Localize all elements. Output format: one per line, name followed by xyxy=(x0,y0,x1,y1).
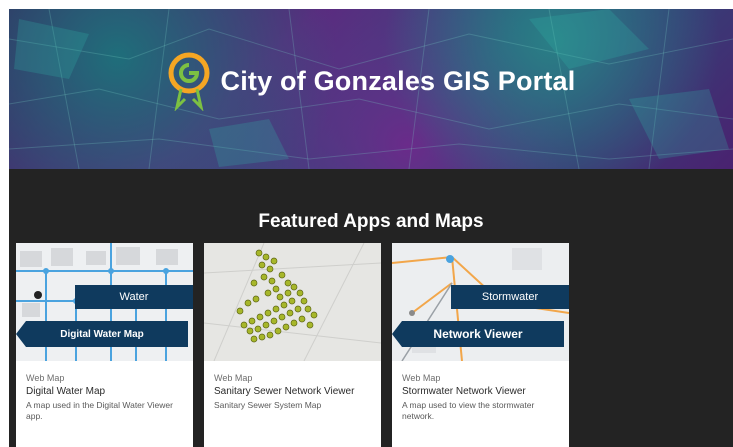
card-type: Web Map xyxy=(402,373,441,383)
card-sanitary-sewer-network-viewer[interactable]: Web Map Sanitary Sewer Network Viewer Sa… xyxy=(204,243,381,447)
card-type: Web Map xyxy=(214,373,253,383)
card-stormwater-network-viewer[interactable]: Stormwater Network Viewer Web Map Stormw… xyxy=(392,243,569,447)
card-type: Web Map xyxy=(26,373,65,383)
section-title: Featured Apps and Maps xyxy=(258,211,484,232)
card-digital-water-map[interactable]: Water Digital Water Map Web Map Digital … xyxy=(16,243,193,447)
card-description: A map used in the Digital Water Viewer a… xyxy=(26,400,173,421)
card-description: Sanitary Sewer System Map xyxy=(214,400,322,410)
card-description: A map used to view the stormwater networ… xyxy=(402,400,535,421)
gonzales-logo-icon xyxy=(168,52,210,111)
thumbnail-water-map[interactable]: Water Digital Water Map xyxy=(16,243,193,361)
portal-title: City of Gonzales GIS Portal xyxy=(220,65,576,96)
thumb-label-digital-water-map: Digital Water Map xyxy=(16,321,188,347)
card-title-link[interactable]: Sanitary Sewer Network Viewer xyxy=(214,386,354,397)
card-title-link[interactable]: Stormwater Network Viewer xyxy=(402,386,526,397)
hero-banner: City of Gonzales GIS Portal xyxy=(9,9,733,169)
thumb-label-network-viewer: Network Viewer xyxy=(392,321,564,347)
thumb-label-stormwater: Stormwater xyxy=(451,285,569,309)
thumbnail-sewer-map[interactable] xyxy=(204,243,381,361)
featured-section: Featured Apps and Maps Water Digital Wat… xyxy=(9,169,733,447)
thumbnail-stormwater-map[interactable]: Stormwater Network Viewer xyxy=(392,243,569,361)
card-title-link[interactable]: Digital Water Map xyxy=(26,386,105,397)
sewer-map-thumb-graphic xyxy=(204,243,381,361)
thumb-label-water: Water xyxy=(75,285,193,309)
